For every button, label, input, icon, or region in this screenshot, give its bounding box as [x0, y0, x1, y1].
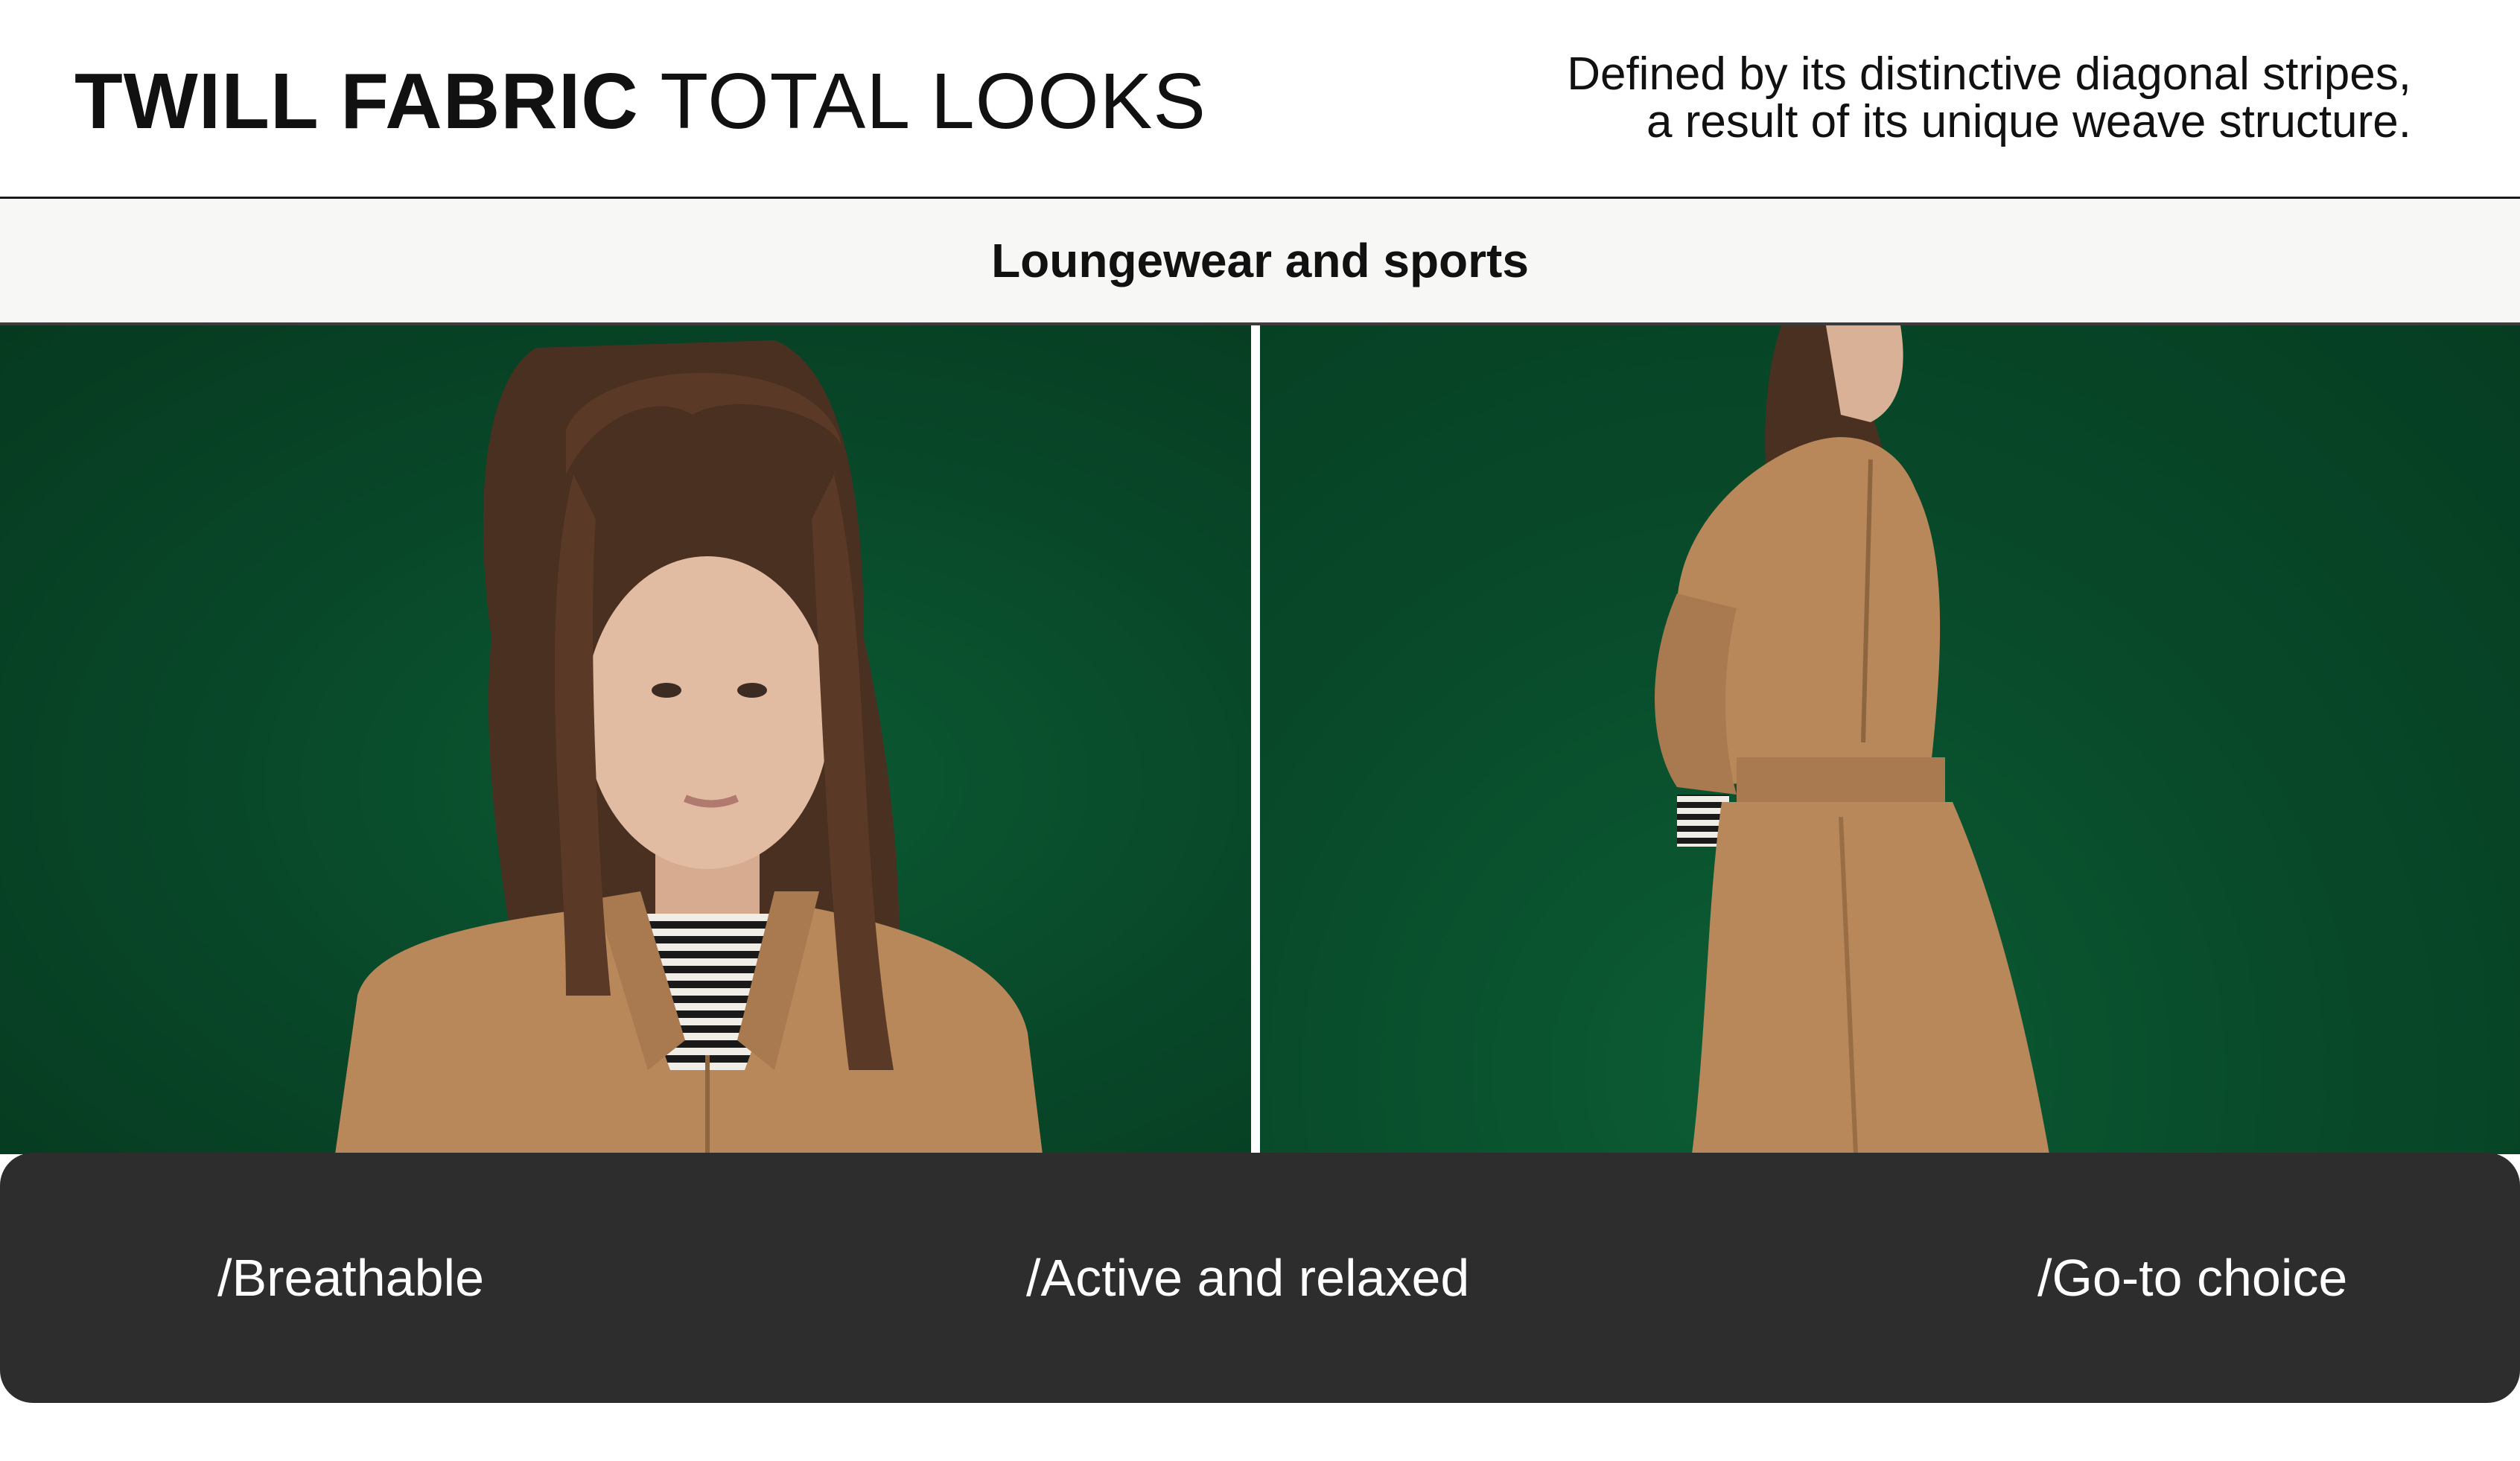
page-subtitle: Defined by its distinctive diagonal stri… — [1294, 51, 2411, 146]
title-bold: TWILL FABRIC — [74, 57, 639, 145]
subtitle-line-1: Defined by its distinctive diagonal stri… — [1567, 48, 2411, 100]
feature-go-to-choice: /Go-to choice — [2037, 1249, 2348, 1307]
subtitle-line-2: a result of its unique weave structure. — [1646, 96, 2411, 147]
photo-divider — [1251, 325, 1260, 1154]
page-title: TWILL FABRIC TOTAL LOOKS — [74, 54, 1206, 149]
page: TWILL FABRIC TOTAL LOOKS Defined by its … — [0, 0, 2520, 1461]
category-band: Loungewear and sports — [0, 199, 2520, 325]
category-label: Loungewear and sports — [991, 234, 1529, 287]
model-full-look-photo — [1260, 325, 2520, 1154]
portrait-illustration — [335, 340, 1043, 1154]
title-light: TOTAL LOOKS — [660, 57, 1206, 145]
model-portrait-photo — [0, 325, 1251, 1154]
feature-active-relaxed: /Active and relaxed — [1026, 1249, 1470, 1307]
full-look-illustration — [1655, 325, 2049, 1154]
feature-breathable: /Breathable — [217, 1249, 485, 1307]
features-bar: /Breathable /Active and relaxed /Go-to c… — [0, 1153, 2520, 1403]
header: TWILL FABRIC TOTAL LOOKS Defined by its … — [0, 0, 2520, 199]
